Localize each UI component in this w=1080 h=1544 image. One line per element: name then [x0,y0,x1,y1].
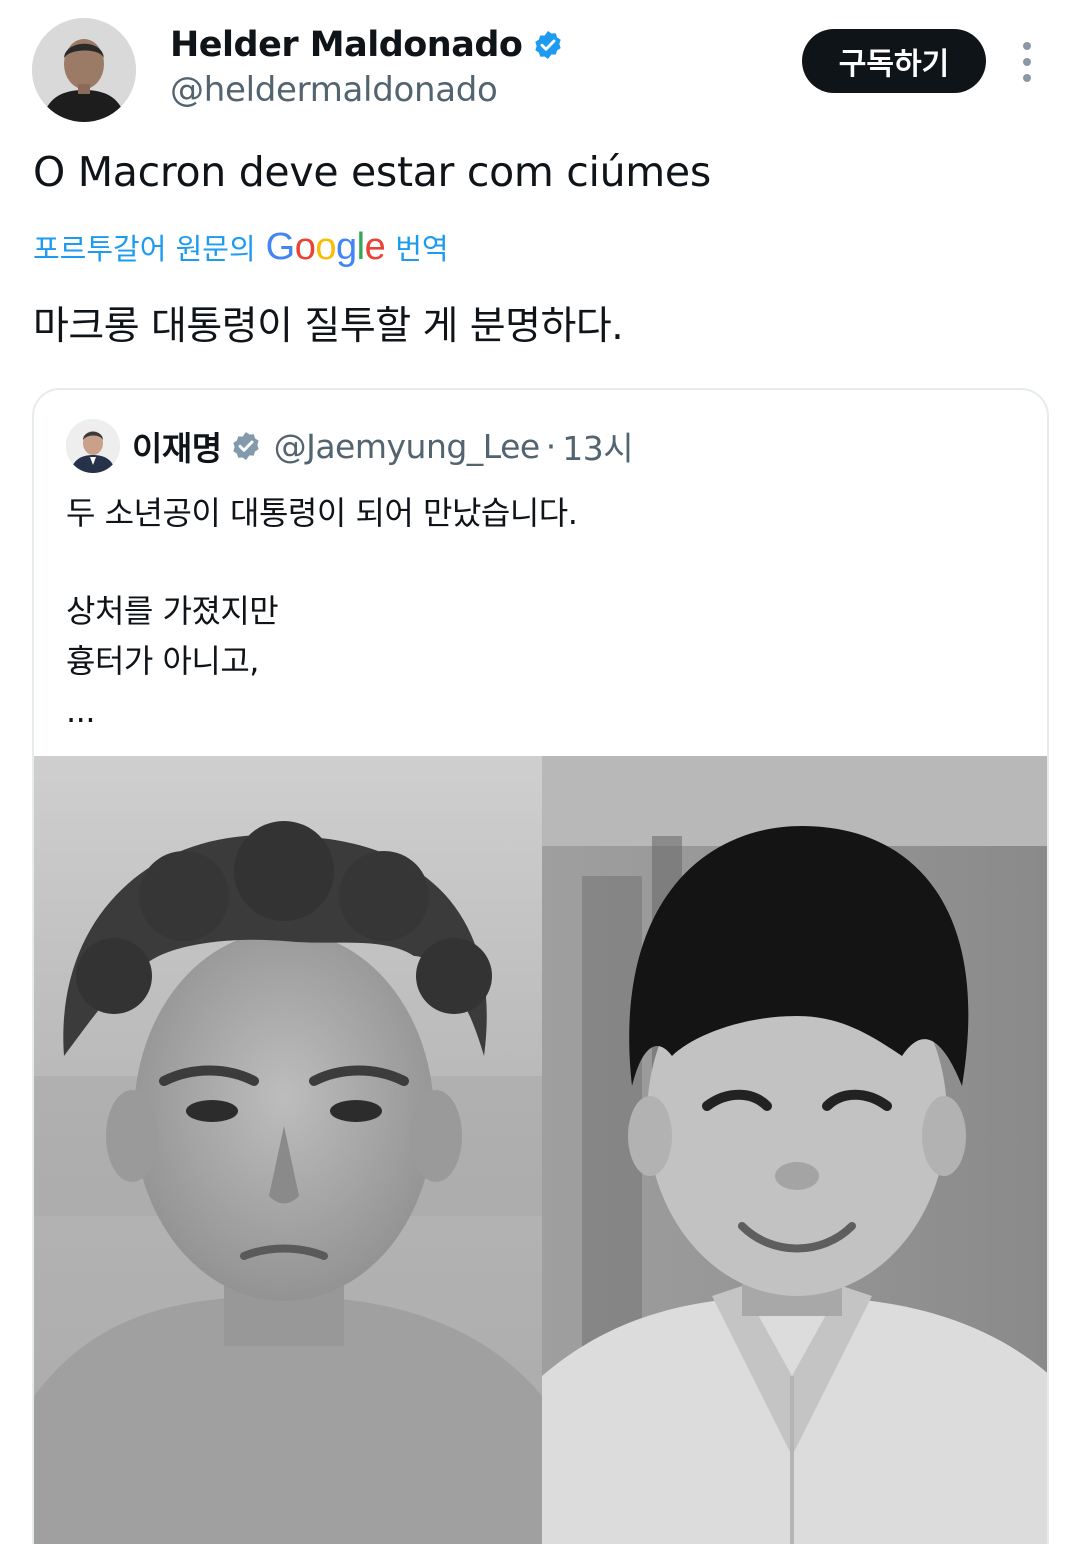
quote-timestamp: 13시 [562,429,634,468]
verified-gray-badge-icon [230,430,262,462]
author-avatar[interactable] [32,18,136,122]
author-info: Helder Maldonado @heldermaldonado [170,22,564,110]
translation-suffix: 번역 [395,232,449,266]
quote-header: 이재명 @Jaemyung_Lee · 13시 [66,418,634,474]
translation-link[interactable]: 포르투갈어 원문의 Google 번역 [33,222,449,272]
quote-line: 흉터가 아니고, [66,642,259,680]
quote-body: 두 소년공이 대통령이 되어 만났습니다. 상처를 가졌지만 흉터가 아니고, … [66,488,578,736]
google-logo-icon: Google [265,225,386,268]
translated-text: 마크롱 대통령이 질투할 게 분명하다. [33,304,624,349]
quote-line: ... [66,692,96,730]
quote-line: 두 소년공이 대통령이 되어 만났습니다. [66,494,578,532]
tweet-detail: Helder Maldonado @heldermaldonado 구독하기 O… [0,0,1080,1544]
translation-prefix: 포르투갈어 원문의 [33,232,256,266]
more-vertical-icon[interactable] [1012,40,1042,84]
author-name[interactable]: Helder Maldonado [170,25,523,65]
tweet-text: O Macron deve estar com ciúmes [33,148,711,196]
quote-separator: · [545,426,557,466]
quoted-tweet-card[interactable]: 이재명 @Jaemyung_Lee · 13시 두 소년공이 대통령이 되어 만… [32,388,1049,1544]
media-photo-right[interactable] [542,756,1047,1544]
author-handle[interactable]: @heldermaldonado [170,70,564,110]
quote-line: 상처를 가졌지만 [66,592,279,630]
subscribe-button[interactable]: 구독하기 [802,29,986,93]
quote-author-name: 이재명 [132,429,222,468]
quote-author-avatar [66,419,120,473]
quote-author-handle: @Jaemyung_Lee [273,426,541,466]
media-photo-left[interactable] [34,756,542,1544]
quote-media[interactable] [34,756,1047,1544]
verified-badge-icon [532,29,564,61]
